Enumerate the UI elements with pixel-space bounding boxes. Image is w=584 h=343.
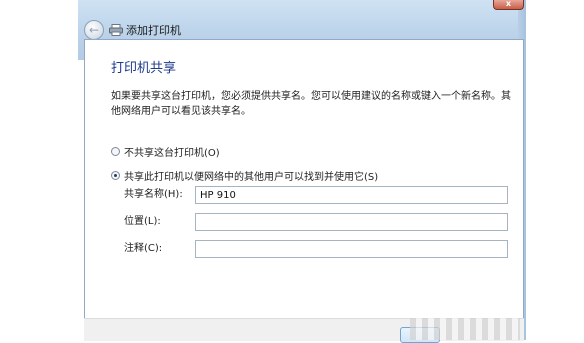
add-printer-window: x ← 添加打印机 打印机共享 如果要共享这台打印机，您必须提供共享名。您可以使… xyxy=(0,0,584,343)
location-input[interactable] xyxy=(195,213,508,231)
description-text: 如果要共享这台打印机，您必须提供共享名。您可以使用建议的名称或键入一个新名称。其… xyxy=(111,91,511,117)
location-label: 位置(L): xyxy=(124,216,161,227)
share-name-label: 共享名称(H): xyxy=(124,189,183,200)
comment-label: 注释(C): xyxy=(124,243,163,254)
back-button[interactable]: ← xyxy=(84,20,104,40)
option-do-not-share-label: 不共享这台打印机(O) xyxy=(124,147,220,159)
window-left-area xyxy=(0,0,78,340)
back-arrow-icon: ← xyxy=(88,23,100,37)
watermark-mosaic xyxy=(410,318,520,340)
option-share-label: 共享此打印机以便网络中的其他用户可以找到并使用它(S) xyxy=(124,171,379,183)
option-do-not-share[interactable]: 不共享这台打印机(O) xyxy=(111,144,220,159)
radio-share[interactable] xyxy=(111,170,120,180)
window-title: 添加打印机 xyxy=(126,24,181,37)
close-icon: x xyxy=(505,0,512,8)
printer-icon xyxy=(109,24,123,36)
page-heading: 打印机共享 xyxy=(111,61,177,76)
comment-input[interactable] xyxy=(195,240,508,258)
option-share[interactable]: 共享此打印机以便网络中的其他用户可以找到并使用它(S) xyxy=(111,168,379,183)
content-panel: 打印机共享 如果要共享这台打印机，您必须提供共享名。您可以使用建议的名称或键入一… xyxy=(84,39,524,340)
radio-do-not-share[interactable] xyxy=(111,146,120,156)
close-button[interactable]: x xyxy=(493,0,524,10)
share-name-input[interactable] xyxy=(195,186,508,204)
